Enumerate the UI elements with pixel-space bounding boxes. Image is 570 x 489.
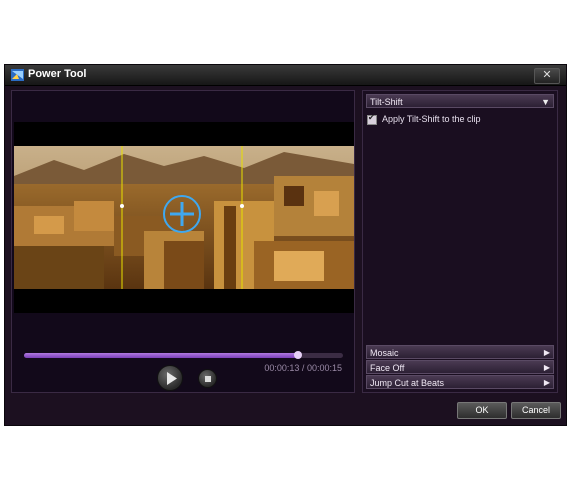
scrubber-progress	[24, 353, 299, 358]
scrubber-handle[interactable]	[294, 351, 303, 359]
power-tool-window: Power Tool ✕ 00:00:13 / 00:00:15 Tilt-Sh…	[4, 64, 567, 426]
stop-button[interactable]	[198, 369, 217, 388]
power-tool-icon	[11, 69, 24, 81]
section-label: Jump Cut at Beats	[370, 378, 445, 388]
expand-arrow-icon: ▶	[543, 348, 550, 357]
total-time: 00:00:15	[306, 363, 342, 373]
expand-arrow-icon: ▶	[543, 363, 550, 372]
expand-arrow-icon: ▶	[543, 378, 550, 387]
timeline-scrubber[interactable]	[24, 351, 343, 359]
title-bar[interactable]: Power Tool ✕	[5, 65, 566, 86]
time-separator: /	[301, 363, 305, 373]
timecode: 00:00:13 / 00:00:15	[264, 363, 342, 373]
apply-effect-row[interactable]: Apply Tilt-Shift to the clip	[367, 113, 481, 125]
apply-effect-label: Apply Tilt-Shift to the clip	[382, 114, 481, 124]
effect-dropdown[interactable]: Tilt-Shift ▼	[366, 94, 554, 108]
crosshair-target-icon[interactable]	[160, 192, 204, 236]
section-mosaic[interactable]: Mosaic ▶	[366, 345, 554, 359]
effect-dropdown-value: Tilt-Shift	[370, 97, 403, 107]
video-preview[interactable]	[14, 122, 354, 313]
window-title: Power Tool	[28, 68, 87, 80]
apply-effect-checkbox[interactable]	[367, 113, 377, 125]
close-button[interactable]: ✕	[534, 68, 560, 84]
ok-button[interactable]: OK	[457, 402, 507, 419]
stop-icon	[205, 376, 211, 382]
preview-panel: 00:00:13 / 00:00:15	[11, 90, 355, 393]
cancel-button[interactable]: Cancel	[511, 402, 561, 419]
play-button[interactable]	[157, 365, 183, 391]
dropdown-arrow-icon: ▼	[541, 97, 550, 107]
section-label: Mosaic	[370, 348, 399, 358]
current-time: 00:00:13	[264, 363, 300, 373]
section-jump-cut-at-beats[interactable]: Jump Cut at Beats ▶	[366, 375, 554, 389]
play-icon	[167, 372, 177, 385]
section-face-off[interactable]: Face Off ▶	[366, 360, 554, 374]
section-label: Face Off	[370, 363, 405, 373]
effects-panel: Tilt-Shift ▼ Apply Tilt-Shift to the cli…	[362, 90, 558, 393]
